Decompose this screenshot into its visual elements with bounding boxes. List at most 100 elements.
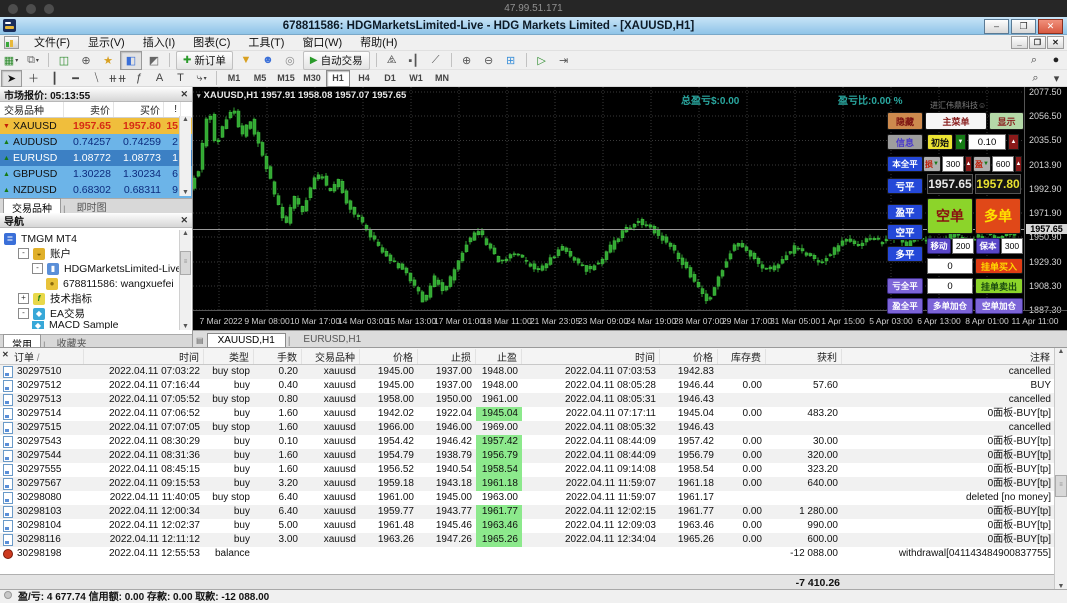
- terminal-col-5[interactable]: 价格: [360, 349, 418, 364]
- pending-sell-button[interactable]: 挂单卖出: [975, 278, 1023, 294]
- close-long-button[interactable]: 多平: [887, 246, 923, 262]
- vertical-line-icon[interactable]: ┃: [45, 71, 64, 86]
- lot-decrease-icon[interactable]: ▼: [955, 134, 966, 150]
- terminal-col-12[interactable]: 注释: [842, 349, 1055, 364]
- navigator-item-3[interactable]: ●678811586: wangxuefei: [0, 276, 192, 291]
- zoom-in-icon[interactable]: ⊕: [457, 52, 477, 69]
- menu-item-2[interactable]: 插入(I): [134, 35, 184, 51]
- timeframe-m15[interactable]: M15: [274, 70, 298, 87]
- new-order-button[interactable]: ✚新订单: [176, 51, 233, 70]
- terminal-col-7[interactable]: 止盈: [476, 349, 522, 364]
- chart-area[interactable]: 2077.502056.502035.502013.901992.901971.…: [193, 87, 1067, 330]
- market-watch-row-xauusd[interactable]: ▼XAUUSD1957.651957.8015: [0, 118, 192, 134]
- terminal-close-icon[interactable]: ✕: [2, 350, 9, 359]
- timeframe-m1[interactable]: M1: [222, 70, 246, 87]
- table-row[interactable]: 302981032022.04.11 12:00:34buy6.40xauusd…: [0, 505, 1067, 519]
- pending-buy-price-field[interactable]: 0: [927, 258, 973, 274]
- timeframe-d1[interactable]: D1: [378, 70, 402, 87]
- community-icon[interactable]: ☻: [258, 52, 278, 69]
- terminal-col-0[interactable]: 订单 /: [0, 349, 84, 364]
- terminal-col-3[interactable]: 手数: [254, 349, 302, 364]
- chart-tab-list-icon[interactable]: ▤: [196, 336, 204, 345]
- close-button[interactable]: ✕: [1038, 19, 1063, 34]
- navigator-item-4[interactable]: +f技术指标: [0, 291, 192, 306]
- market-watch-col-0[interactable]: 交易品种: [0, 102, 64, 117]
- panel-show-button[interactable]: 显示: [989, 112, 1024, 130]
- collapse-icon[interactable]: -: [32, 263, 43, 274]
- chart-shift-icon[interactable]: ⇥: [554, 52, 574, 69]
- menu-item-5[interactable]: 窗口(W): [293, 35, 351, 51]
- chart-tab-0[interactable]: XAUUSD,H1: [207, 333, 286, 347]
- table-row[interactable]: 302981042022.04.11 12:02:37buy5.00xauusd…: [0, 519, 1067, 533]
- table-row[interactable]: 302975552022.04.11 08:45:15buy1.60xauusd…: [0, 463, 1067, 477]
- child-close-button[interactable]: ✕: [1047, 36, 1064, 49]
- terminal-col-6[interactable]: 止损: [418, 349, 476, 364]
- terminal-col-10[interactable]: 库存费: [718, 349, 766, 364]
- market-watch-row-gbpusd[interactable]: ▲GBPUSD1.302281.302346: [0, 166, 192, 182]
- timeframe-w1[interactable]: W1: [404, 70, 428, 87]
- alerts-icon[interactable]: ◎: [280, 52, 300, 69]
- fibonacci-icon[interactable]: ƒ: [129, 71, 148, 86]
- breakeven-button[interactable]: 保本: [976, 238, 1000, 254]
- market-watch-row-eurusd[interactable]: ▲EURUSD1.087721.087731: [0, 150, 192, 166]
- add-short-button[interactable]: 空单加仓: [975, 298, 1023, 314]
- navigator-scrollbar-thumb[interactable]: ≡: [180, 251, 191, 275]
- candlestick-chart-icon[interactable]: ▪┃: [404, 52, 424, 69]
- table-row[interactable]: 302981982022.04.11 12:55:53balance-12 08…: [0, 547, 1067, 561]
- lot-size-field[interactable]: 0.10: [968, 134, 1006, 150]
- collapse-icon[interactable]: -: [18, 248, 29, 259]
- auto-trading-button[interactable]: ▶自动交易: [303, 51, 370, 70]
- table-row[interactable]: 302975672022.04.11 09:15:53buy3.20xauusd…: [0, 477, 1067, 491]
- timeframe-m5[interactable]: M5: [248, 70, 272, 87]
- market-watch-scrollbar[interactable]: ▲▼: [179, 116, 191, 196]
- shapes-icon[interactable]: ⤷▾: [192, 71, 211, 86]
- trendline-icon[interactable]: ⧹: [87, 71, 106, 86]
- toolbar-overflow-icon[interactable]: ▾: [1047, 71, 1066, 86]
- new-chart-icon[interactable]: ▦▾: [1, 52, 21, 69]
- terminal-col-1[interactable]: 时间: [84, 349, 204, 364]
- table-row[interactable]: 302975102022.04.11 07:03:22buy stop0.20x…: [0, 365, 1067, 379]
- tp-points-field[interactable]: 600: [992, 156, 1014, 172]
- text-label-icon[interactable]: T: [171, 71, 190, 86]
- pending-sell-price-field[interactable]: 0: [927, 278, 973, 294]
- close-all-losing-button[interactable]: 亏全平: [887, 278, 923, 294]
- auto-scroll-icon[interactable]: ▷: [532, 52, 552, 69]
- terminal-scrollbar[interactable]: ▲≡▼: [1054, 348, 1067, 590]
- panel-main-menu-button[interactable]: 主菜单: [925, 112, 987, 130]
- price-scale[interactable]: 2077.502056.502035.502013.901992.901971.…: [1024, 87, 1067, 310]
- restore-button[interactable]: ❐: [1011, 19, 1036, 34]
- table-row[interactable]: 302975152022.04.11 07:07:05buy stop1.60x…: [0, 421, 1067, 435]
- terminal-col-2[interactable]: 类型: [204, 349, 254, 364]
- child-minimize-button[interactable]: _: [1011, 36, 1028, 49]
- terminal-col-4[interactable]: 交易品种: [302, 349, 360, 364]
- child-restore-button[interactable]: ❐: [1029, 36, 1046, 49]
- table-row[interactable]: 302981162022.04.11 12:11:12buy3.00xauusd…: [0, 533, 1067, 547]
- collapse-icon[interactable]: -: [18, 308, 29, 319]
- sl-increase-icon[interactable]: ▲: [965, 156, 972, 172]
- close-losing-button[interactable]: 亏平: [887, 178, 923, 194]
- data-window-icon[interactable]: ◩: [144, 52, 164, 69]
- navigator-item-5[interactable]: -◆EA交易: [0, 306, 192, 321]
- sl-points-field[interactable]: 300: [942, 156, 964, 172]
- sell-button[interactable]: 空单: [927, 198, 973, 234]
- menu-item-0[interactable]: 文件(F): [25, 35, 79, 51]
- sl-points-button[interactable]: 损▼: [923, 156, 941, 172]
- terminal-col-8[interactable]: 时间: [522, 349, 660, 364]
- timeframe-m30[interactable]: M30: [300, 70, 324, 87]
- navigator-item-2[interactable]: -▮HDGMarketsLimited-Live: [0, 261, 192, 276]
- trailing-stop-button[interactable]: 移动: [927, 238, 951, 254]
- trailing-stop-field[interactable]: 200: [952, 238, 974, 254]
- market-watch-close-icon[interactable]: ✕: [180, 89, 188, 100]
- lot-increase-icon[interactable]: ▲: [1008, 134, 1019, 150]
- add-long-button[interactable]: 多单加仓: [927, 298, 973, 314]
- market-watch-col-2[interactable]: 买价: [114, 102, 164, 117]
- terminal-col-11[interactable]: 获利: [766, 349, 842, 364]
- navigator-scrollbar[interactable]: ▲≡▼: [179, 230, 191, 330]
- navigator-item-6[interactable]: ◆MACD Sample: [0, 321, 192, 329]
- close-all-button[interactable]: 本全平: [887, 156, 923, 172]
- table-row[interactable]: 302975122022.04.11 07:16:44buy0.40xauusd…: [0, 379, 1067, 393]
- buy-button[interactable]: 多单: [975, 198, 1021, 234]
- bar-chart-icon[interactable]: ⧌: [382, 52, 402, 69]
- terminal-scrollbar-thumb[interactable]: ≡: [1055, 475, 1067, 497]
- cursor-icon[interactable]: ➤: [1, 70, 22, 87]
